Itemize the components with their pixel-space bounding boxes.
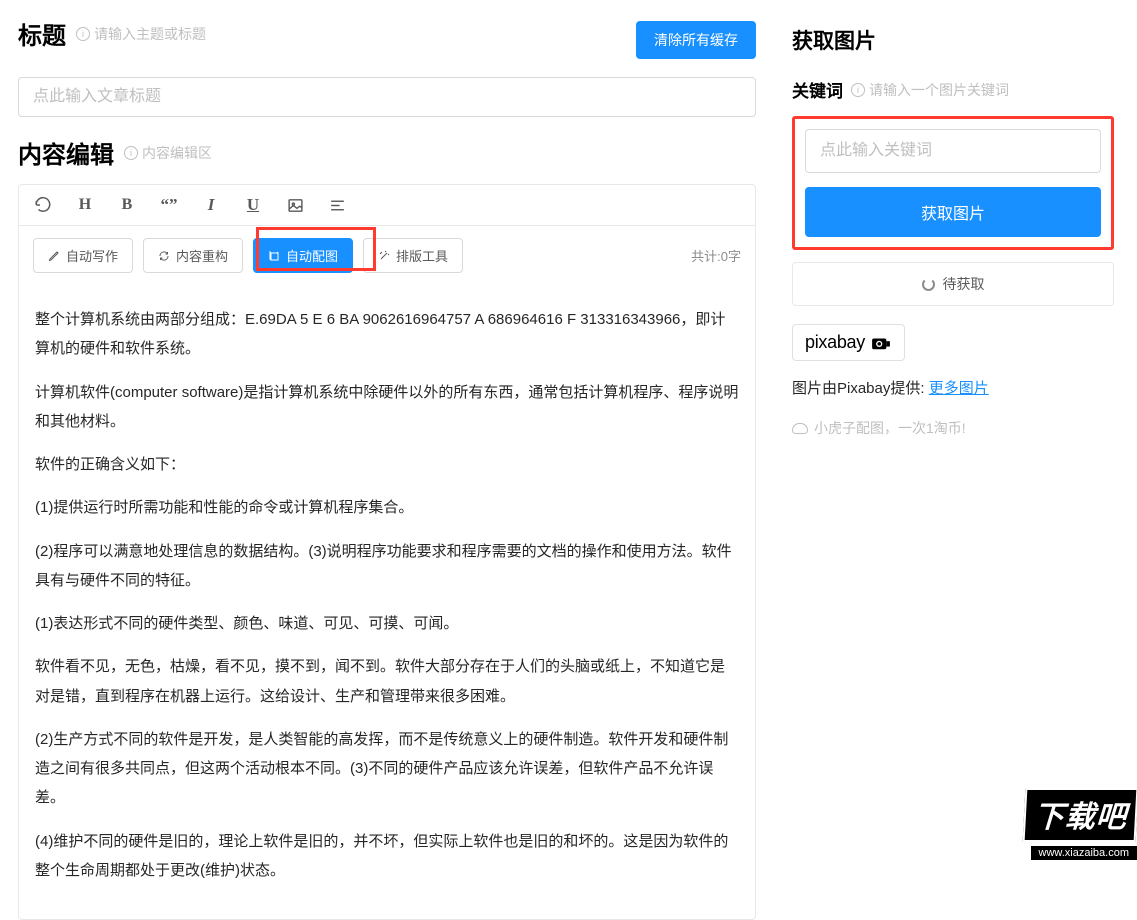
footer-note: 小虎子配图，一次1淘币! (792, 418, 1114, 438)
watermark: 下载吧 www.xiazaiba.com (997, 790, 1137, 860)
italic-icon[interactable]: I (201, 195, 221, 215)
paragraph: 软件的正确含义如下： (35, 450, 739, 479)
editor-actions: 自动写作 内容重构 自动配图 排版工具 共计:0字 (19, 226, 755, 287)
underline-icon[interactable]: U (243, 195, 263, 215)
camera-icon (870, 335, 892, 351)
title-hint: i 请输入主题或标题 (76, 24, 206, 44)
more-images-link[interactable]: 更多图片 (929, 380, 989, 397)
content-hint-text: 内容编辑区 (142, 143, 212, 163)
quote-icon[interactable]: “” (159, 195, 179, 215)
auto-image-label: 自动配图 (286, 246, 338, 265)
pixabay-logo: pixabay (805, 332, 865, 353)
keyword-highlight-box: 获取图片 (792, 116, 1114, 250)
paragraph: (1)表达形式不同的硬件类型、颜色、味道、可见、可摸、可闻。 (35, 609, 739, 638)
layers-icon (268, 250, 280, 262)
left-panel: 标题 i 请输入主题或标题 清除所有缓存 内容编辑 i 内容编辑区 H B “”… (0, 0, 774, 860)
provider-row: 图片由Pixabay提供: 更多图片 (792, 377, 1114, 398)
fetch-image-button[interactable]: 获取图片 (805, 187, 1101, 237)
wand-icon (378, 250, 390, 262)
refactor-button[interactable]: 内容重构 (143, 238, 243, 273)
pending-button[interactable]: 待获取 (792, 262, 1114, 306)
editor-content[interactable]: 整个计算机系统由两部分组成：E.69DA 5 E 6 BA 9062616964… (19, 287, 755, 919)
keyword-label: 关键词 (792, 77, 843, 102)
keyword-header: 关键词 i 请输入一个图片关键词 (792, 77, 1114, 102)
content-section-header: 内容编辑 i 内容编辑区 (18, 135, 756, 170)
content-label: 内容编辑 (18, 135, 114, 170)
word-count: 共计:0字 (691, 246, 741, 265)
title-label: 标题 (18, 16, 66, 51)
refactor-label: 内容重构 (176, 246, 228, 265)
info-icon: i (124, 146, 138, 160)
pixabay-badge: pixabay (792, 324, 905, 361)
align-icon[interactable] (327, 195, 347, 215)
watermark-sub: www.xiazaiba.com (1031, 846, 1137, 860)
paragraph: 整个计算机系统由两部分组成：E.69DA 5 E 6 BA 9062616964… (35, 305, 739, 364)
layout-tool-label: 排版工具 (396, 246, 448, 265)
content-hint: i 内容编辑区 (124, 143, 212, 163)
pencil-icon (48, 250, 60, 262)
pending-label: 待获取 (943, 274, 985, 294)
paragraph: (2)程序可以满意地处理信息的数据结构。(3)说明程序功能要求和程序需要的文档的… (35, 537, 739, 596)
spinner-icon (922, 278, 935, 291)
auto-write-button[interactable]: 自动写作 (33, 238, 133, 273)
auto-write-label: 自动写作 (66, 246, 118, 265)
paragraph: 计算机软件(computer software)是指计算机系统中除硬件以外的所有… (35, 378, 739, 437)
bold-icon[interactable]: B (117, 195, 137, 215)
keyword-input[interactable] (805, 129, 1101, 173)
info-icon: i (76, 27, 90, 41)
editor-toolbar: H B “” I U (19, 185, 755, 226)
refresh-icon (158, 250, 170, 262)
title-section-header: 标题 i 请输入主题或标题 (18, 16, 206, 51)
paragraph: 软件看不见，无色，枯燥，看不见，摸不到，闻不到。软件大部分存在于人们的头脑或纸上… (35, 652, 739, 711)
clear-cache-button[interactable]: 清除所有缓存 (636, 21, 756, 59)
title-hint-text: 请输入主题或标题 (94, 24, 206, 44)
paragraph: (2)生产方式不同的软件是开发，是人类智能的高发挥，而不是传统意义上的硬件制造。… (35, 725, 739, 813)
title-header-row: 标题 i 请输入主题或标题 清除所有缓存 (18, 16, 756, 63)
layout-tool-button[interactable]: 排版工具 (363, 238, 463, 273)
watermark-main: 下载吧 (1023, 788, 1137, 842)
paragraph: (1)提供运行时所需功能和性能的命令或计算机程序集合。 (35, 493, 739, 522)
heading-icon[interactable]: H (75, 195, 95, 215)
right-panel: 获取图片 关键词 i 请输入一个图片关键词 获取图片 待获取 pixabay 图… (774, 0, 1132, 860)
right-title: 获取图片 (792, 25, 1114, 55)
image-icon[interactable] (285, 195, 305, 215)
paragraph: (4)维护不同的硬件是旧的，理论上软件是旧的，并不坏，但实际上软件也是旧的和坏的… (35, 827, 739, 886)
editor-box: H B “” I U 自动写作 内容重构 自动配图 (18, 184, 756, 920)
provider-prefix: 图片由Pixabay提供: (792, 380, 925, 397)
keyword-hint-text: 请输入一个图片关键词 (869, 80, 1009, 100)
cloud-icon (792, 423, 808, 434)
info-icon: i (851, 83, 865, 97)
undo-icon[interactable] (33, 195, 53, 215)
title-input[interactable] (18, 77, 756, 117)
keyword-hint: i 请输入一个图片关键词 (851, 80, 1009, 100)
auto-image-button[interactable]: 自动配图 (253, 238, 353, 273)
footer-text: 小虎子配图，一次1淘币! (814, 418, 966, 438)
